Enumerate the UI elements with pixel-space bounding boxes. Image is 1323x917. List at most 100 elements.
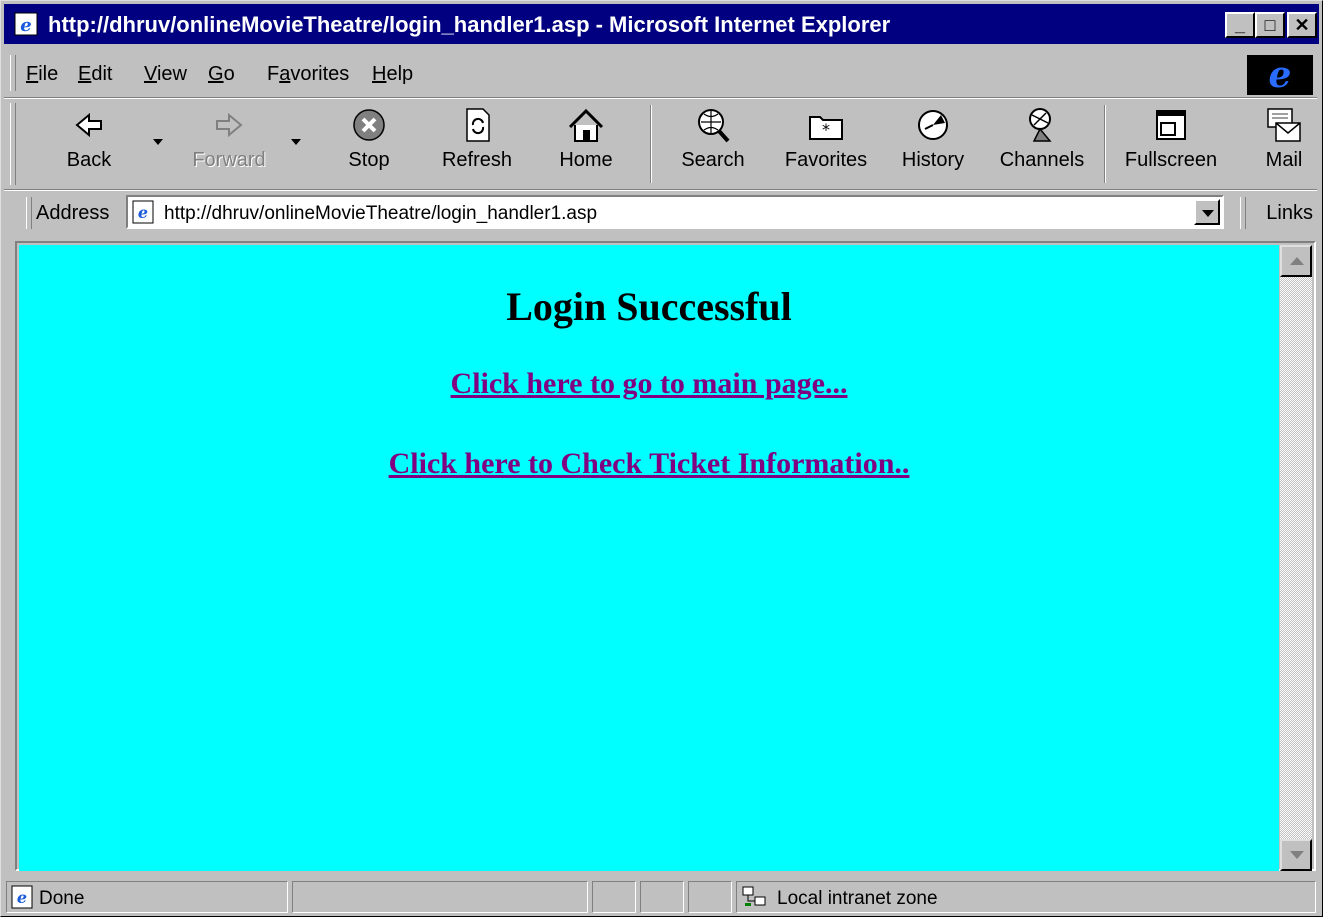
- menu-favorites-pre: F: [267, 63, 280, 85]
- zone-text: Local intranet zone: [777, 888, 938, 909]
- channels-button[interactable]: Channels: [992, 99, 1092, 185]
- menubar-grip[interactable]: [10, 55, 16, 91]
- back-arrow-icon: [75, 112, 102, 138]
- search-button[interactable]: Search: [668, 99, 758, 185]
- menu-view-accel: V: [144, 63, 157, 85]
- status-pane-3: [688, 881, 732, 913]
- svg-text:e: e: [138, 203, 148, 222]
- main-page-link[interactable]: Click here to go to main page...: [19, 367, 1279, 401]
- history-clock-icon: [918, 110, 948, 140]
- status-bar: e Done Local intranet zone: [4, 879, 1319, 915]
- title-bar[interactable]: e http://dhruv/onlineMovieTheatre/login_…: [4, 4, 1319, 44]
- links-button[interactable]: Links: [1266, 202, 1313, 225]
- menu-file[interactable]: File: [26, 63, 58, 86]
- favorites-label: Favorites: [784, 149, 868, 171]
- addressbar-grip[interactable]: [26, 197, 32, 229]
- channels-satellite-icon: [1029, 108, 1052, 142]
- toolbar-divider-2: [1104, 105, 1106, 183]
- links-grip[interactable]: [1240, 197, 1246, 229]
- content-frame: Login Successful Click here to go to mai…: [15, 241, 1316, 871]
- ticket-info-link[interactable]: Click here to Check Ticket Information..: [19, 447, 1279, 481]
- refresh-button[interactable]: Refresh: [432, 99, 522, 185]
- menu-file-label: ile: [38, 63, 59, 85]
- status-pane-2: [640, 881, 684, 913]
- forward-arrow-icon: [216, 112, 243, 138]
- favorites-folder-icon: *: [809, 116, 843, 140]
- menu-favorites-accel: a: [279, 63, 291, 85]
- forward-dropdown-arrow[interactable]: [291, 139, 301, 145]
- fullscreen-label: Fullscreen: [1124, 149, 1218, 171]
- ie-page-icon: e: [14, 12, 38, 36]
- status-pane-1: [592, 881, 636, 913]
- browser-window: e http://dhruv/onlineMovieTheatre/login_…: [0, 0, 1323, 917]
- stop-button[interactable]: Stop: [324, 99, 414, 185]
- menu-go-label: o: [223, 63, 235, 85]
- fullscreen-window-icon: [1156, 110, 1186, 140]
- status-pane-progress: [292, 881, 588, 913]
- vertical-scrollbar[interactable]: [1280, 245, 1312, 871]
- mail-button[interactable]: Mail: [1252, 99, 1316, 185]
- intranet-zone-icon: [742, 886, 766, 906]
- status-text: Done: [39, 888, 85, 909]
- search-globe-icon: [698, 109, 730, 143]
- home-button[interactable]: Home: [544, 99, 628, 185]
- mail-label: Mail: [1265, 149, 1303, 171]
- menu-go-accel: G: [208, 63, 224, 85]
- address-label: Address: [36, 202, 110, 224]
- favorites-button[interactable]: * Favorites: [774, 99, 878, 185]
- search-label: Search: [681, 149, 745, 171]
- stop-label: Stop: [348, 149, 390, 171]
- refresh-label: Refresh: [441, 149, 513, 171]
- menu-help[interactable]: Help: [372, 63, 413, 86]
- page-heading: Login Successful: [506, 284, 792, 329]
- status-page-icon: e: [11, 885, 33, 909]
- menu-edit[interactable]: Edit: [78, 63, 112, 86]
- status-pane-zone: Local intranet zone: [736, 881, 1316, 913]
- menu-go[interactable]: Go: [208, 63, 235, 86]
- fullscreen-button[interactable]: Fullscreen: [1116, 99, 1226, 185]
- home-label: Home: [559, 149, 613, 171]
- menu-edit-label: dit: [91, 63, 113, 85]
- back-label: Back: [66, 149, 112, 171]
- address-input[interactable]: e http://dhruv/onlineMovieTheatre/login_…: [126, 195, 1224, 229]
- menu-help-accel: H: [372, 63, 387, 85]
- address-url: http://dhruv/onlineMovieTheatre/login_ha…: [164, 203, 598, 224]
- scroll-up-button[interactable]: [1280, 245, 1312, 277]
- svg-text:*: *: [822, 120, 830, 139]
- toolbar-grip[interactable]: [10, 103, 16, 185]
- minimize-button[interactable]: _: [1225, 12, 1255, 38]
- back-button[interactable]: Back: [44, 99, 134, 185]
- menu-edit-accel: E: [78, 63, 92, 85]
- address-dropdown-button[interactable]: [1194, 199, 1220, 225]
- menu-view[interactable]: View: [144, 63, 187, 86]
- menu-file-accel: F: [26, 63, 39, 85]
- menu-view-label: iew: [156, 63, 187, 85]
- stop-icon: [353, 109, 385, 141]
- mail-icon: [1267, 108, 1301, 142]
- standard-toolbar: Back Forward Stop Refresh Home Search * …: [4, 99, 1319, 189]
- maximize-button[interactable]: □: [1255, 12, 1285, 38]
- window-title: http://dhruv/onlineMovieTheatre/login_ha…: [48, 12, 891, 37]
- scroll-down-button[interactable]: [1280, 839, 1312, 871]
- svg-text:e: e: [20, 15, 31, 36]
- menu-bar: File Edit View Go Favorites Help e: [4, 49, 1319, 95]
- close-button[interactable]: ✕: [1287, 12, 1317, 38]
- forward-button[interactable]: Forward: [174, 99, 284, 185]
- history-button[interactable]: History: [890, 99, 976, 185]
- history-label: History: [901, 149, 965, 171]
- status-pane-main: e Done: [6, 881, 288, 913]
- menu-help-label: elp: [386, 63, 414, 85]
- forward-label: Forward: [192, 149, 266, 171]
- back-dropdown-arrow[interactable]: [153, 139, 163, 145]
- toolbar-divider-1: [650, 105, 652, 183]
- page-content: Login Successful Click here to go to mai…: [19, 245, 1279, 871]
- channels-label: Channels: [999, 149, 1085, 171]
- home-icon: [568, 108, 604, 142]
- ie-throbber-logo: e: [1247, 55, 1313, 95]
- address-bar: Address e http://dhruv/onlineMovieTheatr…: [4, 191, 1319, 235]
- refresh-icon: [466, 108, 490, 142]
- menu-favorites[interactable]: Favorites: [267, 63, 349, 86]
- page-icon: e: [132, 200, 154, 224]
- svg-text:e: e: [17, 888, 27, 907]
- menu-favorites-label: vorites: [290, 63, 350, 85]
